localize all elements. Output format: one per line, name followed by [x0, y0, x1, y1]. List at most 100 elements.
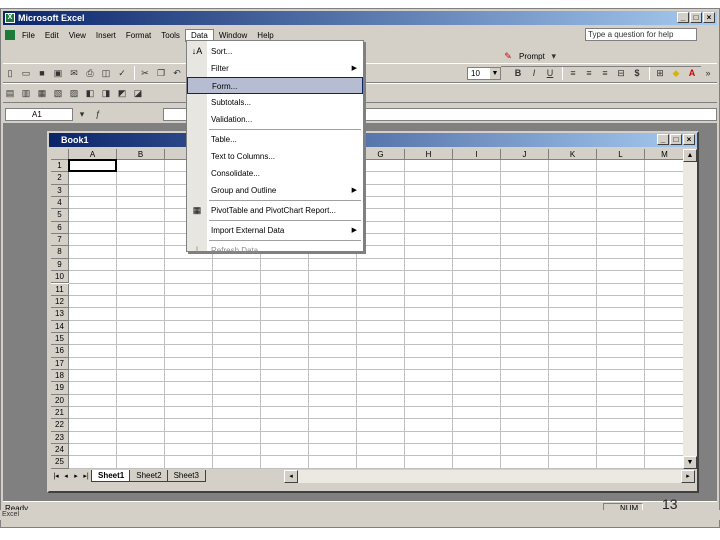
scroll-left-icon[interactable]: ◂: [283, 469, 298, 483]
active-cell-a1[interactable]: [68, 159, 117, 173]
scroll-right-icon[interactable]: ▸: [681, 469, 695, 483]
row-header-12[interactable]: 12: [51, 295, 69, 309]
toolbar-options-icon[interactable]: »: [701, 66, 715, 80]
currency-button[interactable]: $: [630, 66, 644, 80]
row-header-16[interactable]: 16: [51, 345, 69, 358]
data-menu-item-sort[interactable]: Sort... ↓A: [187, 43, 363, 60]
data-menu-item-form[interactable]: Form...: [187, 77, 363, 94]
spelling-icon[interactable]: ✓: [115, 66, 129, 80]
name-box[interactable]: A1: [5, 107, 73, 121]
row-header-1[interactable]: 1: [51, 160, 69, 173]
column-header-b[interactable]: B: [117, 149, 165, 160]
row-header-9[interactable]: 9: [51, 258, 69, 272]
align-right-icon[interactable]: ≡: [598, 66, 612, 80]
first-sheet-icon[interactable]: |◂: [51, 472, 61, 480]
horizontal-scrollbar[interactable]: ◂ ▸: [283, 469, 695, 483]
data-menu-item-validation[interactable]: Validation...: [187, 111, 363, 128]
data-menu-item-text-to-columns[interactable]: Text to Columns...: [187, 148, 363, 165]
row-header-3[interactable]: 3: [51, 184, 69, 198]
prev-sheet-icon[interactable]: ◂: [61, 472, 71, 480]
vertical-scrollbar[interactable]: ▲ ▼: [683, 149, 697, 469]
review-icon-5[interactable]: ▨: [67, 86, 81, 100]
scroll-down-icon[interactable]: ▼: [683, 456, 697, 469]
row-header-11[interactable]: 11: [51, 283, 69, 296]
menu-insert[interactable]: Insert: [91, 30, 121, 41]
undo-icon[interactable]: ↶: [170, 66, 184, 80]
minimize-button[interactable]: _: [677, 12, 689, 23]
row-header-23[interactable]: 23: [51, 431, 69, 445]
sheet-tab-sheet2[interactable]: Sheet2: [129, 470, 169, 482]
underline-button[interactable]: U: [543, 66, 557, 80]
row-header-8[interactable]: 8: [51, 246, 69, 259]
review-icon-4[interactable]: ▧: [51, 86, 65, 100]
data-menu-item-table[interactable]: Table...: [187, 131, 363, 148]
review-icon-7[interactable]: ◨: [99, 86, 113, 100]
scroll-up-icon[interactable]: ▲: [683, 149, 697, 162]
review-icon-3[interactable]: ▦: [35, 86, 49, 100]
print-preview-icon[interactable]: ◫: [99, 66, 113, 80]
save-icon[interactable]: ■: [35, 66, 49, 80]
column-header-m[interactable]: M: [645, 149, 683, 160]
data-menu-item-import-external-data[interactable]: Import External Data ▶: [187, 222, 363, 239]
merge-center-icon[interactable]: ⊟: [614, 66, 628, 80]
email-icon[interactable]: ✉: [67, 66, 81, 80]
menu-format[interactable]: Format: [121, 30, 156, 41]
row-header-5[interactable]: 5: [51, 209, 69, 222]
font-size-box[interactable]: 10 ▼: [467, 66, 501, 80]
row-header-10[interactable]: 10: [51, 271, 69, 284]
align-center-icon[interactable]: ≡: [582, 66, 596, 80]
row-header-20[interactable]: 20: [51, 394, 69, 407]
borders-icon[interactable]: ⊞: [653, 66, 667, 80]
sheet-tab-sheet3[interactable]: Sheet3: [166, 470, 206, 482]
insert-function-icon[interactable]: ƒ: [91, 107, 105, 121]
cut-icon[interactable]: ✂: [138, 66, 152, 80]
menu-view[interactable]: View: [64, 30, 91, 41]
copy-icon[interactable]: ❐: [154, 66, 168, 80]
row-header-25[interactable]: 25: [51, 456, 69, 469]
row-header-14[interactable]: 14: [51, 320, 69, 333]
column-header-l[interactable]: L: [597, 149, 645, 160]
data-menu-item-group-and-outline[interactable]: Group and Outline ▶: [187, 182, 363, 199]
data-menu-item-pivottable-and-pivotchart-report[interactable]: PivotTable and PivotChart Report... ▦: [187, 202, 363, 219]
menu-window[interactable]: Window: [214, 30, 252, 41]
workbook-minimize-button[interactable]: _: [657, 134, 669, 145]
data-menu-item-subtotals[interactable]: Subtotals...: [187, 94, 363, 111]
taskbar[interactable]: Excel: [0, 510, 720, 520]
row-header-7[interactable]: 7: [51, 234, 69, 247]
review-icon-8[interactable]: ◩: [115, 86, 129, 100]
select-all-corner[interactable]: [51, 149, 69, 160]
menu-edit[interactable]: Edit: [40, 30, 64, 41]
row-header-17[interactable]: 17: [51, 357, 69, 370]
column-header-g[interactable]: G: [357, 149, 405, 160]
row-header-2[interactable]: 2: [51, 172, 69, 185]
prompt-icon[interactable]: ✎: [501, 50, 515, 64]
row-header-18[interactable]: 18: [51, 369, 69, 383]
chevron-down-icon[interactable]: ▾: [547, 50, 561, 64]
menu-tools[interactable]: Tools: [156, 30, 185, 41]
data-menu-item-consolidate[interactable]: Consolidate...: [187, 165, 363, 182]
permission-icon[interactable]: ▣: [51, 66, 65, 80]
review-icon-9[interactable]: ◪: [131, 86, 145, 100]
column-header-k[interactable]: K: [549, 149, 597, 160]
data-menu-item-filter[interactable]: Filter ▶: [187, 60, 363, 77]
row-header-13[interactable]: 13: [51, 308, 69, 321]
document-icon[interactable]: [5, 30, 15, 40]
workbook-maximize-button[interactable]: □: [670, 134, 682, 145]
menu-file[interactable]: File: [17, 30, 40, 41]
workbook-close-button[interactable]: ×: [683, 134, 695, 145]
column-header-j[interactable]: J: [501, 149, 549, 160]
name-box-dropdown-icon[interactable]: ▾: [75, 107, 89, 121]
bold-button[interactable]: B: [511, 66, 525, 80]
last-sheet-icon[interactable]: ▸|: [81, 472, 91, 480]
row-header-22[interactable]: 22: [51, 419, 69, 432]
worksheet-grid[interactable]: ABCDEFGHIJKLM123456789101112131415161718…: [51, 149, 683, 469]
print-icon[interactable]: ⎙: [83, 66, 97, 80]
italic-button[interactable]: I: [527, 66, 541, 80]
review-icon-2[interactable]: ▥: [19, 86, 33, 100]
row-header-24[interactable]: 24: [51, 444, 69, 457]
new-icon[interactable]: ▯: [3, 66, 17, 80]
menu-help[interactable]: Help: [252, 30, 278, 41]
next-sheet-icon[interactable]: ▸: [71, 472, 81, 480]
maximize-button[interactable]: □: [690, 12, 702, 23]
sheet-tab-sheet1[interactable]: Sheet1: [91, 470, 132, 482]
